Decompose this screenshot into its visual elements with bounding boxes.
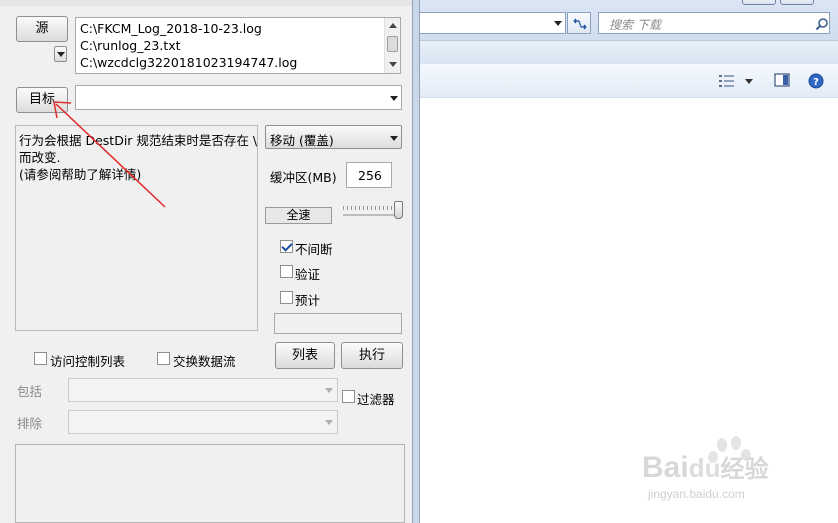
minimize-button[interactable] <box>742 0 776 5</box>
mode-select-value: 移动 (覆盖) <box>270 133 334 148</box>
preview-pane-button[interactable] <box>774 73 792 89</box>
chevron-down-icon[interactable] <box>745 79 753 84</box>
acl-checkbox[interactable] <box>34 352 47 365</box>
buffer-size-input[interactable]: 256 <box>346 162 392 188</box>
slider-ticks <box>343 206 395 210</box>
slider-line <box>343 214 399 216</box>
exchange-stream-checkbox[interactable] <box>157 352 170 365</box>
status-box <box>274 313 402 334</box>
explorer-divider <box>420 40 838 64</box>
source-button[interactable]: 源 <box>16 16 68 42</box>
exclude-label: 排除 <box>17 416 43 431</box>
list-button[interactable]: 列表 <box>275 342 335 369</box>
verify-checkbox[interactable] <box>280 265 293 278</box>
verify-label: 验证 <box>295 267 321 282</box>
baidu-watermark: Baidu经验 jingyan.baidu.com <box>640 435 838 515</box>
list-item[interactable]: C:\runlog_23.txt <box>80 38 181 53</box>
execute-button[interactable]: 执行 <box>341 342 403 369</box>
speed-slider-track[interactable] <box>343 206 401 216</box>
chevron-down-icon[interactable] <box>390 96 398 101</box>
exchange-stream-label: 交换数据流 <box>173 354 236 369</box>
include-combobox <box>68 378 338 402</box>
target-combobox[interactable] <box>75 85 402 110</box>
view-list-icon <box>719 75 734 87</box>
description-panel: 行为会根据 DestDir 规范结束时是否存在 \ 而改变. (请参阅帮助了解详… <box>15 125 258 331</box>
source-file-list[interactable]: C:\FKCM_Log_2018-10-23.log C:\runlog_23.… <box>75 17 401 74</box>
source-dropdown-button[interactable] <box>54 46 67 62</box>
watermark-brand: Baidu经验 <box>642 451 769 484</box>
estimate-label: 预计 <box>295 293 321 308</box>
help-button[interactable]: ? <box>808 73 824 89</box>
list-item[interactable]: C:\wzcdclg3220181023194747.log <box>80 55 297 70</box>
chevron-down-icon[interactable] <box>554 21 562 26</box>
maximize-button[interactable] <box>780 0 814 5</box>
scroll-up-icon[interactable] <box>389 23 397 28</box>
preview-pane-icon <box>774 73 790 87</box>
filter-checkbox[interactable] <box>342 390 355 403</box>
buffer-label: 缓冲区(MB) <box>270 170 337 185</box>
speed-indicator: 全速 <box>265 207 332 224</box>
help-icon: ? <box>808 73 824 89</box>
filter-label: 过滤器 <box>357 392 395 407</box>
watermark-url: jingyan.baidu.com <box>648 487 745 501</box>
chevron-down-icon <box>57 52 65 57</box>
scroll-down-icon[interactable] <box>389 62 397 67</box>
svg-text:?: ? <box>813 77 819 88</box>
log-output-area[interactable] <box>15 444 405 523</box>
menu-bar-partial <box>0 0 412 6</box>
acl-label: 访问控制列表 <box>50 354 126 369</box>
address-bar[interactable] <box>420 12 566 34</box>
chevron-down-icon <box>325 420 333 425</box>
exclude-combobox <box>68 410 338 434</box>
chevron-down-icon <box>325 388 333 393</box>
mode-select[interactable]: 移动 (覆盖) <box>265 125 402 149</box>
search-input[interactable]: 搜索 下载 <box>598 12 830 34</box>
refresh-button[interactable] <box>567 12 591 34</box>
scrollbar[interactable] <box>384 18 400 73</box>
estimate-checkbox[interactable] <box>280 291 293 304</box>
description-line: (请参阅帮助了解详情) <box>19 167 142 182</box>
buffer-size-value: 256 <box>358 168 382 183</box>
speed-slider-thumb[interactable] <box>394 201 403 219</box>
window-border <box>412 0 420 523</box>
view-options-button[interactable] <box>718 73 754 89</box>
list-item[interactable]: C:\FKCM_Log_2018-10-23.log <box>80 21 262 36</box>
search-icon[interactable] <box>815 17 829 31</box>
include-label: 包括 <box>17 384 43 399</box>
chevron-down-icon <box>390 136 398 141</box>
target-button[interactable]: 目标 <box>16 87 68 113</box>
search-placeholder: 搜索 下载 <box>609 18 661 32</box>
nonstop-checkbox[interactable] <box>280 240 293 253</box>
refresh-icon <box>573 18 587 30</box>
nonstop-label: 不间断 <box>295 242 333 257</box>
scroll-thumb[interactable] <box>387 36 398 52</box>
